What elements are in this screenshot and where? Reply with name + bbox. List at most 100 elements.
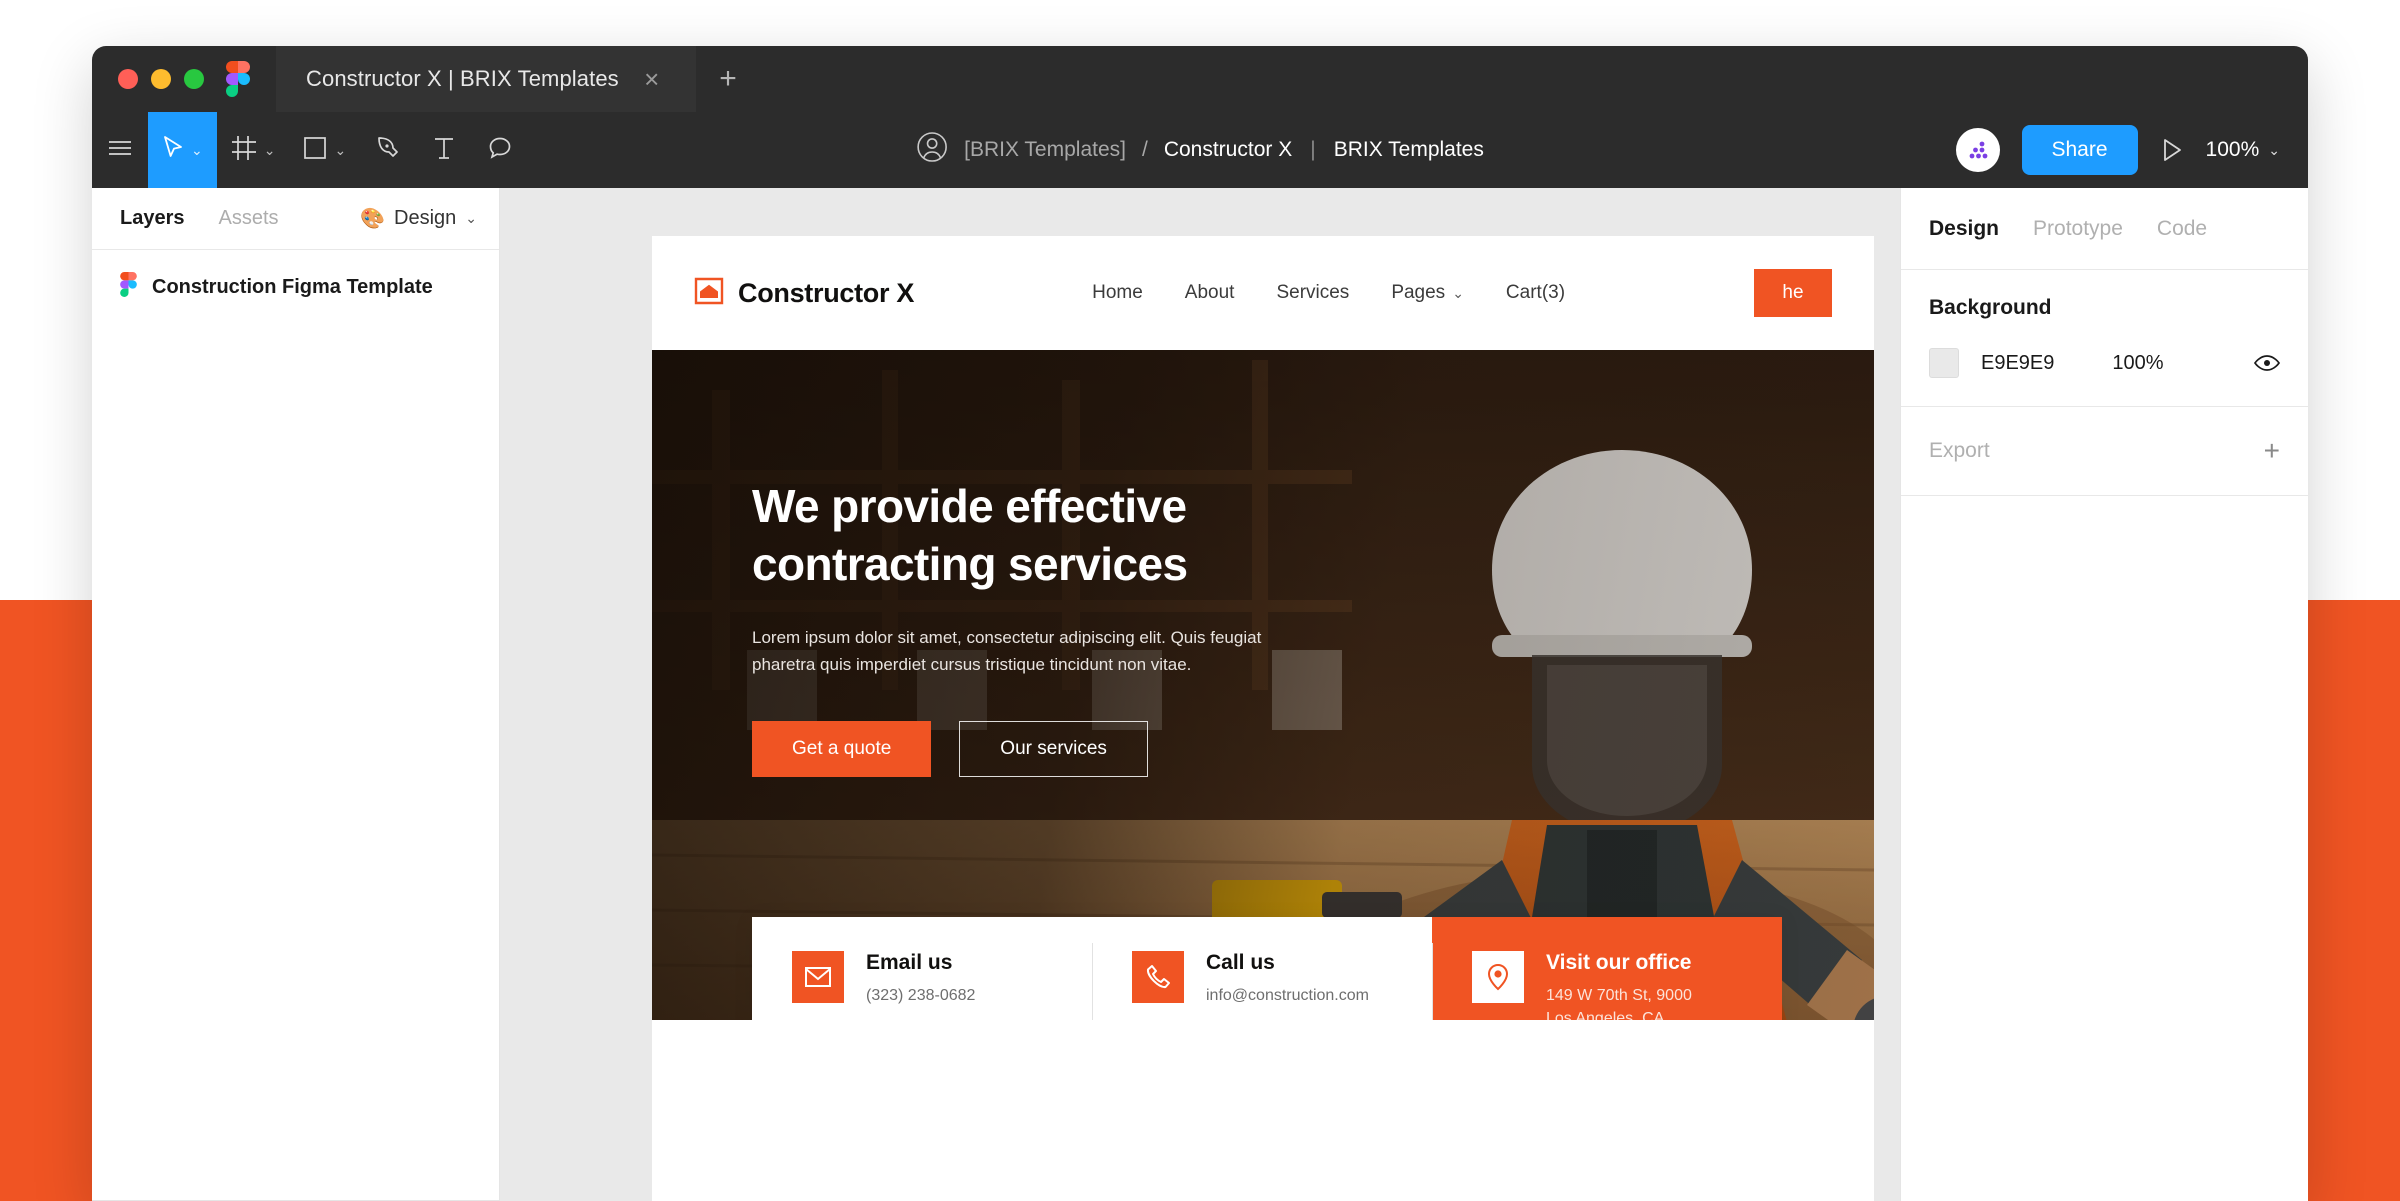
site-logo-text: Constructor X <box>738 277 915 308</box>
design-mode-switcher[interactable]: 🎨 Design ⌄ <box>360 206 477 231</box>
nav-link-label: About <box>1184 282 1235 303</box>
nav-link-label: Cart(3) <box>1505 282 1566 303</box>
pen-icon <box>375 135 401 166</box>
site-navbar: Constructor X Home About Services Pages … <box>652 236 1874 350</box>
workspace: Layers Assets 🎨 Design ⌄ Construction Fi… <box>92 188 2308 1201</box>
breadcrumb-file[interactable]: Constructor X <box>1164 138 1292 162</box>
right-panel: Design Prototype Code Background E9E9E9 … <box>1900 188 2308 1201</box>
palette-icon: 🎨 <box>360 208 385 230</box>
toolbar-right-group: Share 100% ⌄ <box>1955 125 2285 175</box>
file-tab[interactable]: Constructor X | BRIX Templates × <box>276 46 696 112</box>
share-button[interactable]: Share <box>2021 125 2138 175</box>
screen: Constructor X | BRIX Templates × + ⌄ ⌄ ⌄… <box>0 0 2400 1201</box>
color-swatch[interactable] <box>1929 348 1959 378</box>
left-panel-tabs: Layers Assets 🎨 Design ⌄ <box>92 188 499 250</box>
frame-tool-button[interactable]: ⌄ <box>217 112 290 188</box>
maximize-window-button[interactable] <box>184 69 204 89</box>
minimize-window-button[interactable] <box>151 69 171 89</box>
text-tool-button[interactable] <box>416 112 472 188</box>
nav-link-services[interactable]: Services <box>1276 282 1349 304</box>
close-window-button[interactable] <box>118 69 138 89</box>
tab-assets[interactable]: Assets <box>219 207 279 230</box>
figma-window: Constructor X | BRIX Templates × + ⌄ ⌄ ⌄… <box>92 46 2308 1201</box>
contact-card-email[interactable]: Email us (323) 238-0682 <box>752 917 1092 1020</box>
hamburger-icon <box>107 138 133 163</box>
chevron-down-icon: ⌄ <box>1452 284 1464 301</box>
layer-item-construction-figma-template[interactable]: Construction Figma Template <box>92 250 499 324</box>
hero-paragraph: Lorem ipsum dolor sit amet, consectetur … <box>752 627 1262 675</box>
contact-card-office[interactable]: Visit our office 149 W 70th St, 9000 Los… <box>1432 916 1782 1020</box>
account-icon[interactable] <box>916 131 948 169</box>
house-logo-icon <box>694 276 724 311</box>
canvas[interactable]: Constructor X Home About Services Pages … <box>500 188 1900 1201</box>
chevron-down-icon: ⌄ <box>465 210 477 226</box>
color-opacity-value[interactable]: 100% <box>2112 352 2163 375</box>
our-services-button[interactable]: Our services <box>959 720 1148 777</box>
contact-card-call[interactable]: Call us info@construction.com <box>1092 917 1432 1020</box>
nav-link-cart[interactable]: Cart(3) <box>1506 282 1565 304</box>
tab-code[interactable]: Code <box>2157 217 2207 241</box>
add-export-button[interactable]: + <box>2264 437 2280 465</box>
shape-tool-button[interactable]: ⌄ <box>289 112 360 188</box>
phone-icon <box>1132 950 1184 1003</box>
chevron-down-icon: ⌄ <box>334 141 347 158</box>
hero-section: We provide effective contracting service… <box>652 350 1874 1020</box>
breadcrumb: [BRIX Templates] / Constructor X | BRIX … <box>916 131 1484 169</box>
contact-card-text: Call us info@construction.com <box>1206 951 1369 1007</box>
chevron-down-icon: ⌄ <box>2268 141 2280 158</box>
export-section: Export + <box>1901 407 2308 496</box>
export-label: Export <box>1929 439 1990 462</box>
breadcrumb-team[interactable]: [BRIX Templates] <box>964 138 1126 162</box>
file-tab-title: Constructor X | BRIX Templates <box>306 66 619 91</box>
frame-icon <box>231 135 257 166</box>
breadcrumb-suffix[interactable]: BRIX Templates <box>1334 138 1484 162</box>
left-panel-empty-area <box>92 324 499 1200</box>
main-menu-button[interactable] <box>92 112 148 188</box>
nav-link-label: Pages <box>1391 282 1446 303</box>
pen-tool-button[interactable] <box>360 112 416 188</box>
zoom-control[interactable]: 100% ⌄ <box>2206 138 2284 162</box>
color-hex-value[interactable]: E9E9E9 <box>1981 352 2054 375</box>
avatar[interactable] <box>1955 128 2000 172</box>
nav-link-home[interactable]: Home <box>1092 282 1143 304</box>
nav-link-pages[interactable]: Pages ⌄ <box>1391 282 1464 304</box>
cursor-icon <box>162 135 184 166</box>
tab-layers[interactable]: Layers <box>120 207 185 230</box>
chevron-down-icon: ⌄ <box>191 141 203 158</box>
left-panel: Layers Assets 🎨 Design ⌄ Construction Fi… <box>92 188 500 1201</box>
contact-card-line1: (323) 238-0682 <box>866 986 976 1004</box>
contact-card-title: Call us <box>1206 950 1275 974</box>
tab-prototype[interactable]: Prototype <box>2033 217 2123 241</box>
envelope-icon <box>792 950 844 1003</box>
visibility-toggle-eye-icon[interactable] <box>2254 354 2280 372</box>
chevron-down-icon: ⌄ <box>263 141 276 158</box>
tab-design[interactable]: Design <box>1929 217 1999 241</box>
present-button[interactable] <box>2160 137 2184 163</box>
get-a-quote-button[interactable]: Get a quote <box>752 720 932 777</box>
contact-card-text: Visit our office 149 W 70th St, 9000 Los… <box>1546 951 1692 1020</box>
new-tab-button[interactable]: + <box>696 46 760 112</box>
contact-card-title: Email us <box>866 950 953 974</box>
figma-logo-icon <box>120 272 137 302</box>
nav-link-label: Home <box>1092 282 1143 303</box>
close-icon[interactable]: × <box>637 64 667 94</box>
background-fill-row: E9E9E9 100% <box>1929 348 2280 378</box>
comment-tool-button[interactable] <box>472 112 528 188</box>
contact-card-line2: Los Angeles, CA <box>1546 1009 1665 1020</box>
background-heading: Background <box>1929 296 2052 319</box>
hero-title-line-1: We provide effective <box>752 480 1187 532</box>
rectangle-icon <box>303 136 327 165</box>
zoom-level-label: 100% <box>2205 138 2260 161</box>
decorative-accent-bar-right <box>2308 600 2400 1201</box>
nav-cta-button[interactable]: he <box>1754 269 1832 317</box>
move-tool-button[interactable]: ⌄ <box>148 112 217 188</box>
nav-link-about[interactable]: About <box>1185 282 1235 304</box>
hero-title: We provide effective contracting service… <box>752 478 1292 594</box>
toolbar: ⌄ ⌄ ⌄ [BRIX Templates] / Constructor X |… <box>92 112 2308 188</box>
comment-icon <box>488 136 512 165</box>
contact-card-line1: info@construction.com <box>1206 986 1369 1004</box>
site-logo[interactable]: Constructor X <box>694 276 914 311</box>
nav-link-label: Services <box>1276 282 1350 303</box>
site-nav-links: Home About Services Pages ⌄ Cart(3) <box>1092 282 1565 304</box>
design-frame[interactable]: Constructor X Home About Services Pages … <box>652 236 1874 1201</box>
